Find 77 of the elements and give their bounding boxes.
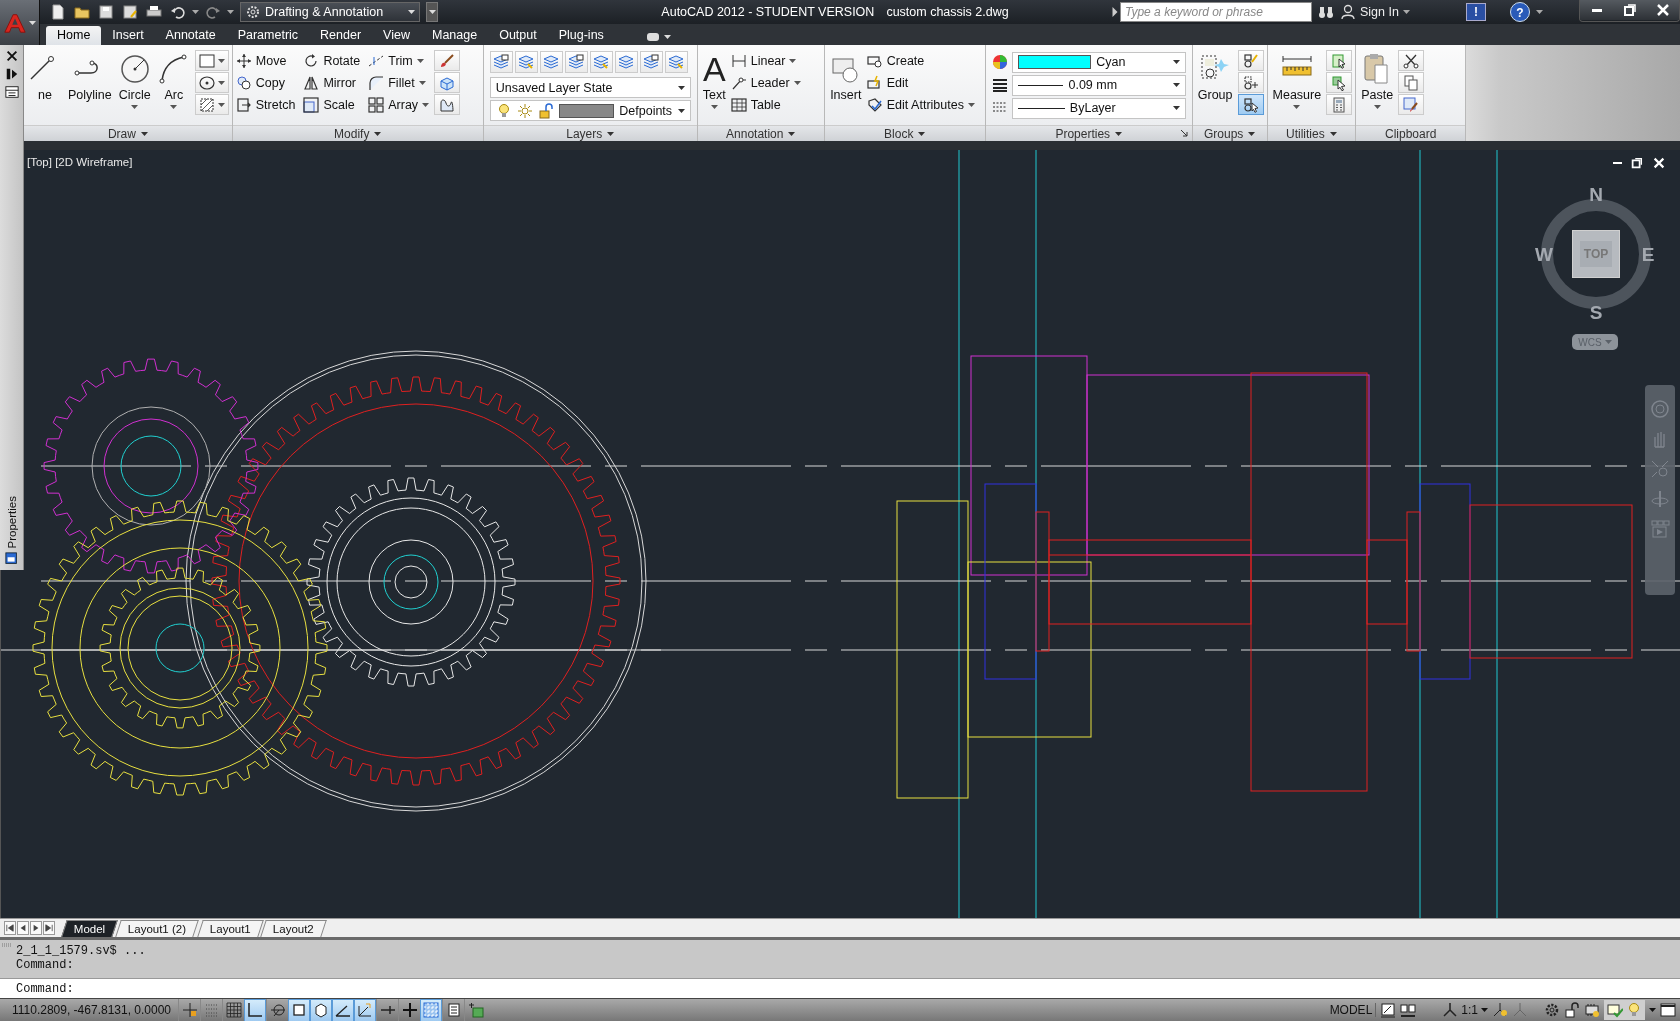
- panel-title: Modify: [334, 126, 370, 141]
- panel-title: Layers: [566, 126, 603, 141]
- ribbon-tab[interactable]: Render: [309, 26, 373, 45]
- tool-button[interactable]: Circle: [116, 49, 153, 109]
- tool-button[interactable]: Fillet: [368, 72, 432, 94]
- panel-title: Annotation: [726, 126, 784, 141]
- viewport-label[interactable]: [Top] [2D Wireframe]: [27, 156, 133, 168]
- panel-title-bar[interactable]: Clipboard: [1356, 125, 1466, 141]
- tool-button[interactable]: ne: [27, 49, 63, 109]
- tool-button[interactable]: Leader: [730, 72, 803, 94]
- tool-button[interactable]: Edit Attributes: [866, 94, 977, 116]
- layer-dropdown[interactable]: Defpoints: [489, 100, 691, 121]
- compass-south[interactable]: S: [1584, 302, 1608, 324]
- panel-title-bar[interactable]: Utilities: [1267, 125, 1356, 141]
- tool-button[interactable]: Stretch: [235, 94, 298, 116]
- compass-north[interactable]: N: [1584, 184, 1608, 206]
- panel-title: Properties: [1055, 126, 1111, 141]
- tool-button[interactable]: Scale: [303, 94, 363, 116]
- exchange-button[interactable]: !: [1466, 3, 1486, 21]
- help-button[interactable]: ?: [1510, 2, 1530, 22]
- model-space-button[interactable]: MODEL: [1326, 1003, 1377, 1017]
- panel-title: Utilities: [1286, 126, 1325, 141]
- coordinates-readout[interactable]: 1110.2809, -467.8131, 0.0000: [0, 1003, 178, 1017]
- tool-button[interactable]: Insert: [827, 49, 864, 109]
- panel-title: Groups: [1203, 126, 1244, 141]
- palette-title[interactable]: Properties: [5, 495, 18, 548]
- tool-button[interactable]: Edit: [866, 72, 977, 94]
- tool-button[interactable]: Trim: [368, 50, 432, 72]
- tool-button[interactable]: A Text: [700, 49, 728, 109]
- panel-title-bar[interactable]: Draw: [24, 125, 232, 141]
- tool-button[interactable]: Rotate: [303, 50, 363, 72]
- ribbon-tab[interactable]: Home: [46, 26, 102, 45]
- ribbon-tab[interactable]: Manage: [420, 26, 489, 45]
- panel-title-bar[interactable]: Block: [824, 125, 985, 141]
- panel-title-bar[interactable]: Modify: [232, 125, 483, 141]
- ribbon-tab[interactable]: Parametric: [226, 26, 310, 45]
- tool-button[interactable]: Polyline: [66, 49, 114, 109]
- tool-button[interactable]: Linear: [730, 50, 803, 72]
- tool-button[interactable]: Arc: [155, 49, 192, 109]
- layout-tab[interactable]: Layout2: [260, 920, 328, 937]
- tool-button[interactable]: Paste: [1359, 49, 1396, 109]
- panel-title: Block: [884, 126, 914, 141]
- layout-tab[interactable]: Layout1: [196, 920, 264, 937]
- text-tool-icon: A: [702, 53, 726, 85]
- panel-title-bar[interactable]: Layers: [483, 125, 697, 141]
- tool-button[interactable]: Group: [1195, 49, 1235, 109]
- search-field[interactable]: Type a keyword or phrase: [1120, 2, 1312, 22]
- ribbon-tab[interactable]: Plug-ins: [547, 26, 615, 45]
- ribbon-tab[interactable]: Output: [488, 26, 548, 45]
- ribbon-tab[interactable]: Insert: [101, 26, 155, 45]
- layer-dropdown[interactable]: Unsaved Layer State: [489, 77, 691, 98]
- property-dropdown[interactable]: ByLayer: [1011, 97, 1186, 119]
- layout-tab[interactable]: Layout1 (2): [115, 920, 200, 937]
- panel-title: Clipboard: [1385, 126, 1437, 141]
- tool-button[interactable]: Copy: [235, 72, 298, 94]
- panel-title: Draw: [107, 126, 136, 141]
- panel-title-bar[interactable]: Groups: [1192, 125, 1267, 141]
- annotation-scale-button[interactable]: 1:1: [1442, 1002, 1488, 1018]
- ribbon-tab[interactable]: View: [372, 26, 421, 45]
- ribbon-tab[interactable]: Annotate: [154, 26, 227, 45]
- workspace-dropdown[interactable]: Drafting & Annotation: [240, 2, 420, 22]
- panel-title-bar[interactable]: Properties: [985, 125, 1192, 141]
- tool-button[interactable]: Mirror: [303, 72, 363, 94]
- command-history-line: Command:: [16, 958, 75, 972]
- tool-button[interactable]: Table: [730, 94, 803, 116]
- application-title: AutoCAD 2012 - STUDENT VERSION: [661, 5, 875, 19]
- layout-tab[interactable]: Model: [61, 920, 119, 937]
- tool-button[interactable]: Move: [235, 50, 298, 72]
- tool-button[interactable]: Measure: [1270, 49, 1324, 109]
- panel-title-bar[interactable]: Annotation: [697, 125, 824, 141]
- tool-button[interactable]: Array: [368, 94, 432, 116]
- command-history-line: 2_1_1_1579.sv$ ...: [16, 944, 147, 958]
- tool-button[interactable]: Create: [866, 50, 977, 72]
- property-dropdown[interactable]: 0.09 mm: [1011, 74, 1186, 96]
- property-dropdown[interactable]: Cyan: [1011, 51, 1186, 73]
- sign-in-button[interactable]: Sign In: [1360, 5, 1399, 19]
- file-name: custom chassis 2.dwg: [886, 5, 1009, 19]
